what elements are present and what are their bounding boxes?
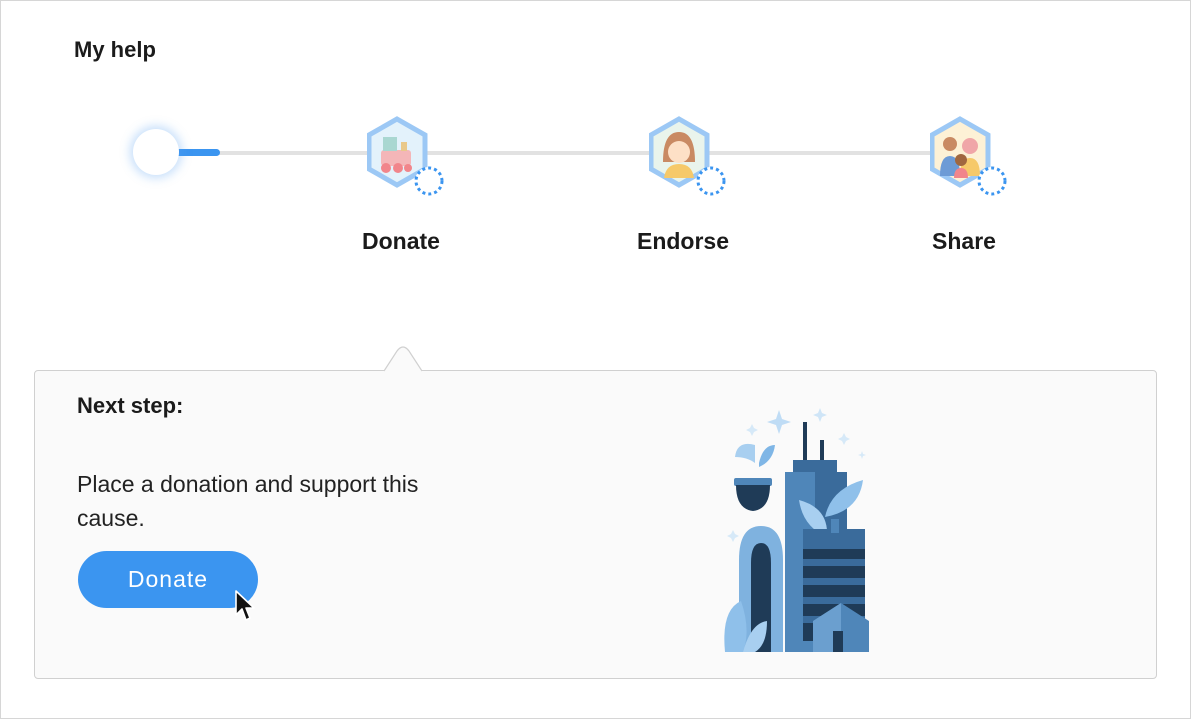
step-label: Endorse	[636, 228, 730, 254]
progress-start-knob[interactable]	[133, 129, 179, 175]
girl-portrait-icon	[649, 116, 726, 196]
mouse-cursor-icon	[235, 590, 255, 621]
toy-train-icon	[367, 116, 444, 196]
next-step-panel: Next step: Place a donation and support …	[34, 370, 1157, 679]
step-label: Share	[932, 228, 996, 254]
panel-pointer	[384, 346, 422, 372]
section-title: My help	[74, 37, 156, 62]
step-label: Donate	[362, 228, 440, 254]
next-step-description: Place a donation and support this cause.	[77, 471, 419, 531]
progress-track	[156, 151, 964, 155]
family-portrait-icon	[930, 116, 1007, 196]
donate-button[interactable]: Donate	[78, 551, 258, 608]
city-buildings-illustration	[724, 408, 869, 652]
next-step-title: Next step:	[77, 393, 184, 418]
